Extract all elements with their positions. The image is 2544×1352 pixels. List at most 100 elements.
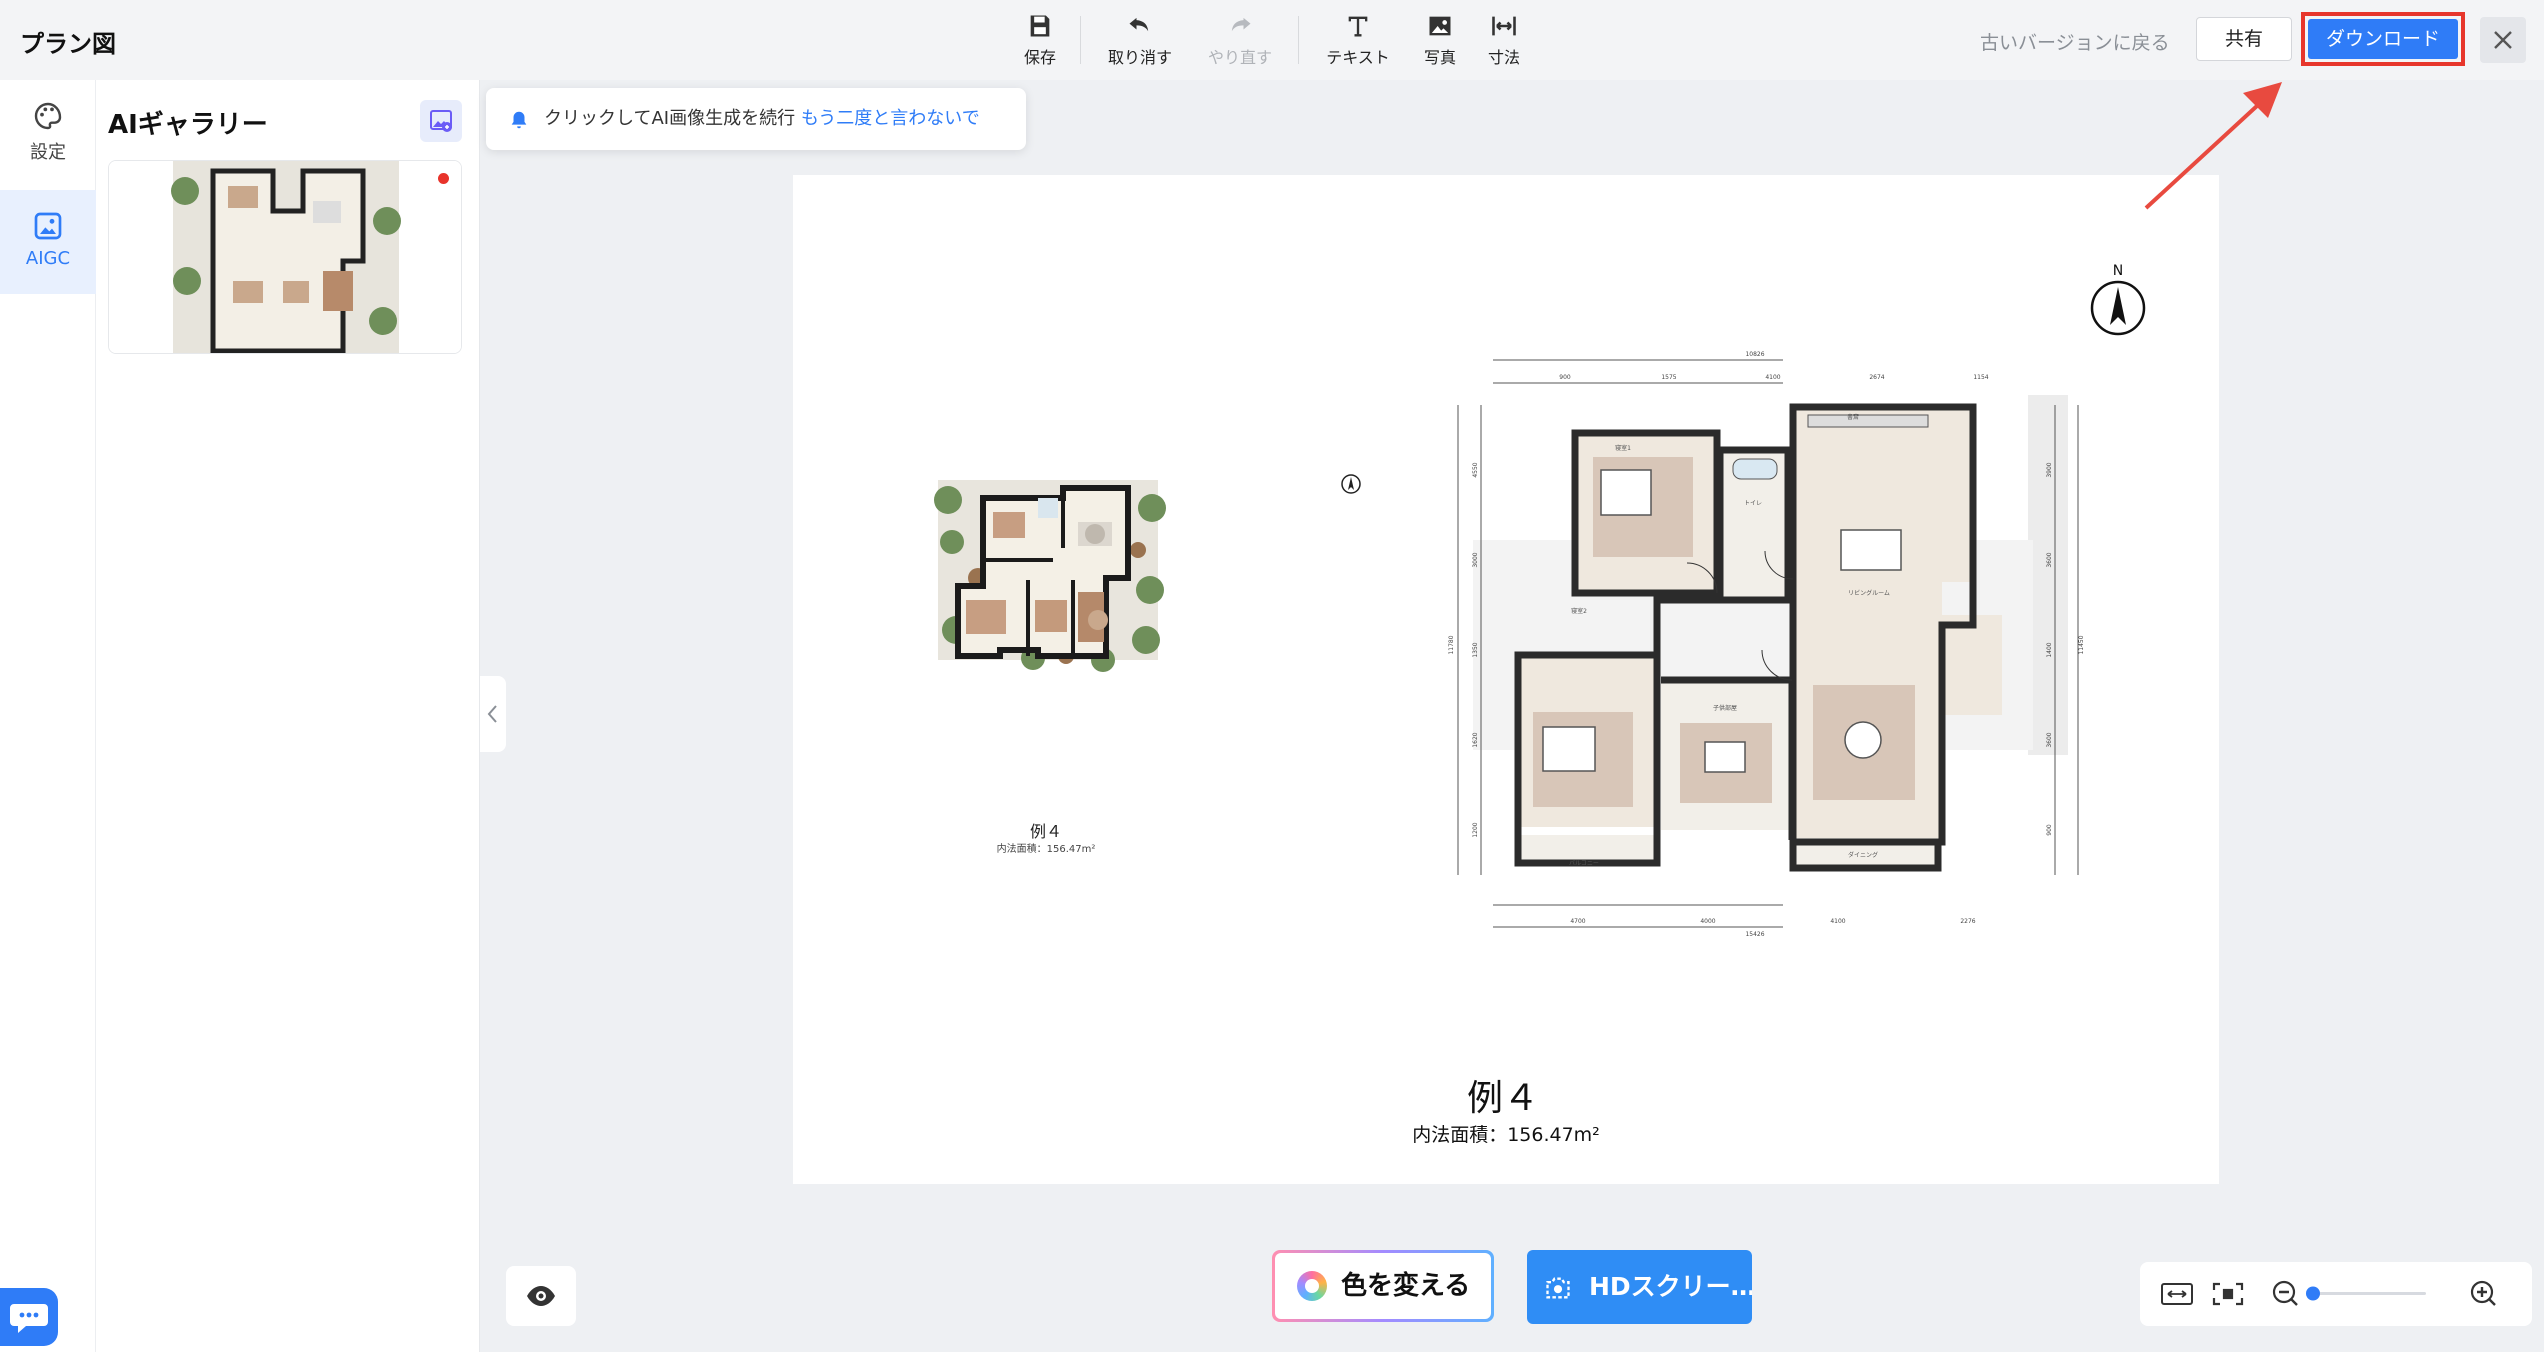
old-version-link[interactable]: 古いバージョンに戻る bbox=[1980, 28, 2170, 55]
collapse-panel-handle[interactable] bbox=[480, 676, 506, 752]
undo-label: 取り消す bbox=[1107, 48, 1172, 67]
text-tool-label: テキスト bbox=[1326, 48, 1390, 67]
dim-right-label-3: 3600 bbox=[2046, 732, 2053, 747]
plan-canvas[interactable]: 例４ 内法面積：156.47m² 寝室1 トイレ 寝室2 リビングルーム 子供部… bbox=[793, 175, 2219, 1184]
change-color-button[interactable]: 色を変える bbox=[1272, 1250, 1494, 1322]
dim-left-label-2: 1350 bbox=[1472, 642, 1479, 657]
floorplan-drawing: 例４ 内法面積：156.47m² 寝室1 トイレ 寝室2 リビングルーム 子供部… bbox=[934, 263, 2146, 1146]
share-button[interactable]: 共有 bbox=[2196, 17, 2292, 61]
zoom-out-icon[interactable] bbox=[2272, 1280, 2298, 1306]
camera-icon bbox=[1546, 1277, 1570, 1299]
save-label: 保存 bbox=[1023, 48, 1056, 67]
ai-notice-tooltip: クリックしてAI画像生成を続行 もう二度と言わないで bbox=[486, 88, 1026, 150]
ai-generate-button[interactable] bbox=[420, 100, 462, 142]
close-button[interactable] bbox=[2480, 17, 2526, 63]
chevron-left-icon bbox=[487, 705, 497, 723]
dim-right-label-1: 3600 bbox=[2046, 552, 2053, 567]
zoom-slider-track[interactable] bbox=[2306, 1292, 2426, 1295]
chat-icon bbox=[10, 1304, 48, 1333]
dont-show-again-link[interactable]: もう二度と言わないで bbox=[801, 108, 980, 129]
svg-text:寝室2: 寝室2 bbox=[1571, 607, 1587, 615]
zoom-controls bbox=[2140, 1262, 2532, 1326]
svg-text:トイレ: トイレ bbox=[1744, 500, 1762, 507]
fullscreen-icon[interactable] bbox=[2212, 1282, 2244, 1306]
redo-label: やり直す bbox=[1207, 48, 1272, 67]
plan-title: 例４ bbox=[1467, 1078, 1539, 1119]
redo-button[interactable]: やり直す bbox=[1200, 12, 1280, 72]
small-plan-area: 内法面積：156.47m² bbox=[997, 842, 1096, 855]
top-toolbar: プラン図 保存 取り消す やり直す テキスト 写真 寸法 古いバージョンに戻る … bbox=[0, 0, 2544, 80]
new-badge-dot bbox=[438, 173, 449, 184]
dim-bottom-label-2: 4100 bbox=[1830, 918, 1845, 925]
chat-support-button[interactable] bbox=[0, 1288, 58, 1346]
undo-button[interactable]: 取り消す bbox=[1100, 12, 1180, 72]
dim-top-label-1: 1575 bbox=[1661, 374, 1676, 381]
small-floorplan bbox=[934, 480, 1166, 672]
svg-text:子供部屋: 子供部屋 bbox=[1713, 704, 1737, 712]
dimension-tool-button[interactable]: 寸法 bbox=[1464, 12, 1544, 72]
zoom-controls-graphic bbox=[2161, 1280, 2496, 1306]
svg-text:寝室1: 寝室1 bbox=[1615, 444, 1631, 452]
save-icon bbox=[1030, 15, 1050, 37]
eye-icon bbox=[527, 1286, 555, 1306]
change-color-inner: 色を変える bbox=[1275, 1253, 1491, 1319]
north-compass: N bbox=[2090, 263, 2146, 336]
svg-text:リビングルーム: リビングルーム bbox=[1848, 589, 1890, 597]
dimension-tool-label: 寸法 bbox=[1487, 48, 1520, 67]
text-tool-button[interactable]: テキスト bbox=[1318, 12, 1398, 72]
dim-left-label-1: 3000 bbox=[1472, 552, 1479, 567]
dim-right-total: 11450 bbox=[2078, 635, 2085, 654]
ai-image-icon bbox=[34, 212, 62, 240]
large-floorplan: 寝室1 トイレ 寝室2 リビングルーム 子供部屋 書斎 バルコニー ダイニング … bbox=[1448, 351, 2085, 938]
dim-top-total: 10826 bbox=[1745, 351, 1764, 358]
dim-top-label-0: 900 bbox=[1559, 374, 1571, 381]
rail-aigc-label: AIGC bbox=[25, 248, 71, 269]
dim-bottom-total: 15426 bbox=[1745, 931, 1764, 938]
download-button[interactable]: ダウンロード bbox=[2308, 19, 2458, 59]
image-icon bbox=[1429, 16, 1451, 36]
bell-icon bbox=[511, 111, 527, 129]
undo-icon bbox=[1129, 17, 1149, 32]
dim-left-label-3: 1620 bbox=[1472, 732, 1479, 747]
color-wheel-icon bbox=[1297, 1271, 1327, 1301]
dim-top-label-2: 4100 bbox=[1765, 374, 1780, 381]
close-icon bbox=[2494, 31, 2512, 49]
change-color-label: 色を変える bbox=[1341, 1271, 1471, 1301]
toolbar-divider bbox=[1298, 16, 1299, 64]
dim-top-label-3: 2674 bbox=[1869, 374, 1884, 381]
gallery-thumbnail[interactable] bbox=[108, 160, 462, 354]
svg-text:バルコニー: バルコニー bbox=[1569, 860, 1599, 867]
panel-title: AIギャラリー bbox=[108, 110, 268, 140]
small-north-marker bbox=[1341, 474, 1361, 494]
zoom-slider-handle[interactable] bbox=[2306, 1286, 2320, 1301]
dim-right-label-4: 900 bbox=[2046, 824, 2053, 836]
svg-text:書斎: 書斎 bbox=[1847, 413, 1859, 421]
palette-icon bbox=[34, 102, 62, 130]
save-button[interactable]: 保存 bbox=[1000, 12, 1080, 72]
svg-text:ダイニング: ダイニング bbox=[1848, 851, 1878, 859]
text-icon bbox=[1348, 16, 1368, 37]
notice-text: クリックしてAI画像生成を続行 bbox=[544, 108, 796, 129]
toolbar-divider bbox=[1080, 16, 1081, 64]
rail-settings-label: 設定 bbox=[30, 142, 66, 163]
hd-screenshot-label: HDスクリー… bbox=[1589, 1272, 1752, 1301]
zoom-in-icon[interactable] bbox=[2470, 1280, 2496, 1306]
rail-item-aigc[interactable]: AIGC bbox=[0, 190, 96, 294]
hd-screenshot-button[interactable]: HDスクリー… bbox=[1527, 1250, 1752, 1324]
dim-bottom-label-0: 4700 bbox=[1570, 918, 1585, 925]
fit-width-icon[interactable] bbox=[2161, 1283, 2193, 1305]
dim-right-label-0: 3900 bbox=[2046, 462, 2053, 477]
ai-generate-icon bbox=[430, 110, 452, 132]
dimension-icon bbox=[1492, 16, 1516, 36]
dim-top-label-4: 1154 bbox=[1973, 374, 1988, 381]
visibility-toggle-button[interactable] bbox=[506, 1266, 576, 1326]
photo-tool-label: 写真 bbox=[1423, 48, 1456, 67]
plan-area: 内法面積：156.47m² bbox=[1412, 1124, 1600, 1146]
floorplan-thumbnail-image bbox=[109, 161, 461, 353]
north-label: N bbox=[2113, 263, 2123, 279]
ai-gallery-panel: AIギャラリー bbox=[96, 80, 480, 1352]
rail-item-settings[interactable]: 設定 bbox=[0, 80, 96, 184]
left-rail: 設定 AIGC bbox=[0, 80, 96, 1352]
dim-left-label-4: 1200 bbox=[1472, 822, 1479, 837]
dim-bottom-label-3: 2276 bbox=[1960, 918, 1975, 925]
